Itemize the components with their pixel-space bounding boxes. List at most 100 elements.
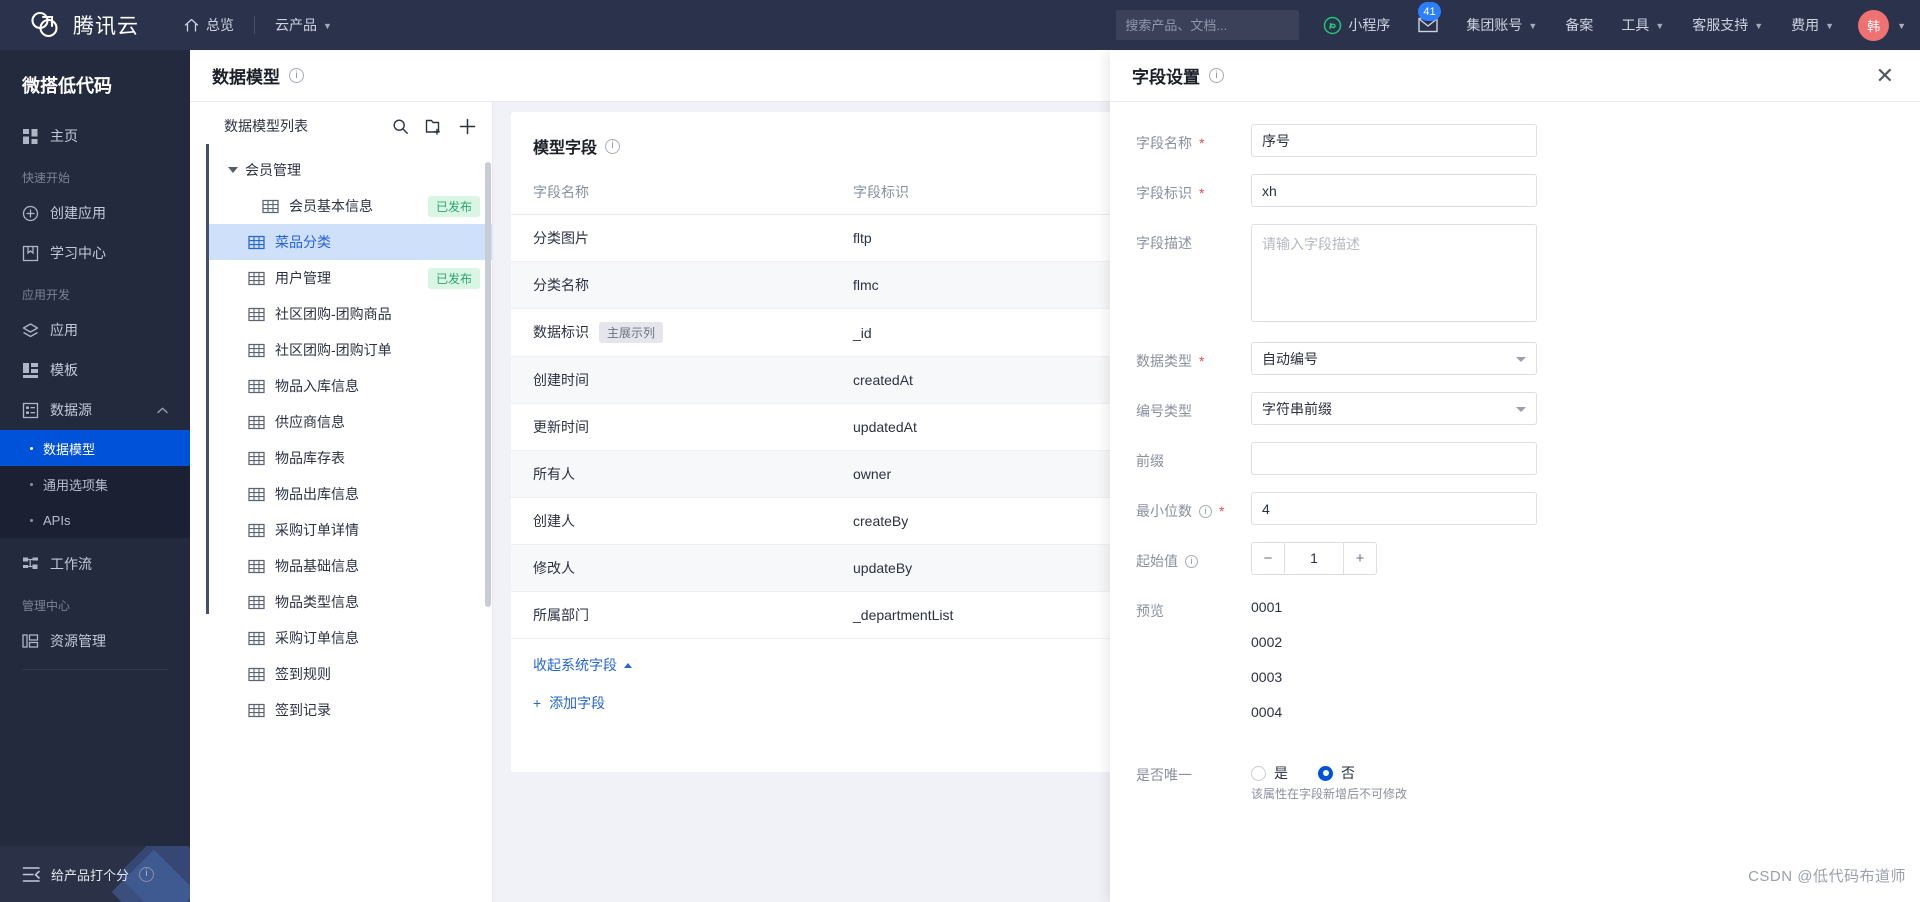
preview-value: 0003	[1251, 669, 1283, 685]
info-icon[interactable]: i	[1199, 504, 1212, 518]
min-digits-row: 最小位数 i *	[1136, 492, 1894, 525]
nav-item-tools[interactable]: 工具 ▼	[1607, 0, 1678, 50]
list-item[interactable]: 供应商信息	[206, 404, 492, 440]
list-item-label: 会员基本信息	[289, 198, 373, 214]
unique-radio-yes[interactable]: 是	[1251, 763, 1288, 783]
sidebar-label-home: 主页	[50, 128, 78, 144]
table-icon	[248, 667, 265, 681]
list-item-label: 签到记录	[275, 702, 331, 718]
list-item[interactable]: 采购订单信息	[206, 620, 492, 656]
nav-item-miniprogram[interactable]: 小程序	[1309, 0, 1404, 50]
nav-item-cloud-products[interactable]: 云产品 ▼	[261, 0, 346, 50]
info-icon[interactable]: i	[1209, 68, 1224, 83]
collapse-icon[interactable]	[22, 865, 41, 884]
field-key-input[interactable]	[1251, 174, 1537, 207]
nav-item-overview[interactable]: 总览	[169, 0, 248, 50]
sidebar-item-resource-manage[interactable]: 资源管理	[0, 621, 190, 661]
search-icon[interactable]	[392, 118, 409, 135]
list-item[interactable]: 会员基本信息 已发布	[206, 188, 492, 224]
chevron-down-icon: ▼	[1528, 21, 1538, 31]
plus-icon: +	[533, 695, 542, 711]
sidebar-item-create-app[interactable]: 创建应用	[0, 193, 190, 233]
template-icon	[23, 362, 38, 378]
sidebar-footer-rate-product[interactable]: 给产品打个分 i	[0, 846, 190, 902]
sidebar-item-data-model[interactable]: 数据模型	[0, 430, 190, 466]
list-item[interactable]: 物品基础信息	[206, 548, 492, 584]
nav-item-support[interactable]: 客服支持 ▼	[1678, 0, 1777, 50]
list-item[interactable]: 用户管理 已发布	[206, 260, 492, 296]
search-input[interactable]	[1125, 17, 1302, 33]
primary-display-badge: 主展示列	[599, 322, 664, 343]
sidebar-item-template[interactable]: 模板	[0, 350, 190, 390]
avatar-chevron-down-icon[interactable]: ▼	[1897, 21, 1906, 31]
info-icon[interactable]: i	[605, 138, 621, 154]
unique-radio-no[interactable]: 否	[1318, 763, 1355, 783]
nav-item-billing[interactable]: 费用 ▼	[1777, 0, 1848, 50]
prefix-input[interactable]	[1251, 442, 1537, 475]
list-item[interactable]: 签到记录	[206, 692, 492, 728]
list-item[interactable]: 物品库存表	[206, 440, 492, 476]
tree-group-member-management[interactable]: 会员管理	[206, 152, 492, 188]
info-icon[interactable]: i	[1185, 554, 1198, 568]
nav-item-beian[interactable]: 备案	[1551, 0, 1607, 50]
list-panel-scrollbar[interactable]	[485, 162, 491, 607]
drawer-header: 字段设置 i ✕	[1110, 50, 1920, 102]
prefix-label: 前缀	[1136, 453, 1164, 469]
user-avatar[interactable]: 韩	[1858, 9, 1890, 41]
list-item[interactable]: 签到规则	[206, 656, 492, 692]
cell-field-name: 创建时间	[511, 356, 831, 404]
sidebar-label-app: 应用	[50, 322, 78, 338]
field-desc-textarea[interactable]	[1251, 224, 1537, 322]
sidebar-label-create-app: 创建应用	[50, 205, 106, 221]
number-type-select[interactable]: 字符串前缀	[1251, 392, 1537, 425]
unique-option-yes-label: 是	[1274, 765, 1288, 781]
table-icon	[248, 523, 265, 537]
cell-field-name: 所有人	[511, 450, 831, 498]
list-item-label: 物品入库信息	[275, 378, 359, 394]
tencent-cloud-logo[interactable]: 腾讯云	[28, 8, 139, 42]
sidebar-item-datasource[interactable]: 数据源	[0, 390, 190, 430]
info-icon[interactable]: i	[289, 68, 304, 83]
nav-item-group-account[interactable]: 集团账号 ▼	[1452, 0, 1551, 50]
sidebar-label-apis: APIs	[43, 512, 71, 528]
chevron-up-icon	[157, 406, 168, 413]
nav-label-support: 客服支持	[1692, 17, 1749, 33]
stepper-value[interactable]: 1	[1284, 542, 1344, 575]
sidebar-item-learning-center[interactable]: 学习中心	[0, 233, 190, 273]
cell-field-key: updatedAt	[831, 403, 1151, 451]
start-value-label: 起始值	[1136, 553, 1178, 569]
column-header-field-key: 字段标识	[831, 174, 1151, 215]
list-item[interactable]: 社区团购-团购商品	[206, 296, 492, 332]
sidebar-item-option-sets[interactable]: 通用选项集	[0, 466, 190, 502]
close-icon[interactable]: ✕	[1876, 64, 1894, 87]
sidebar-label-workflow: 工作流	[50, 556, 92, 572]
info-icon[interactable]: i	[139, 866, 155, 882]
list-item[interactable]: 采购订单详情	[206, 512, 492, 548]
stepper-increment-button[interactable]: +	[1344, 542, 1377, 575]
field-name-text: 所属部门	[533, 607, 589, 623]
field-key-label: 字段标识	[1136, 185, 1192, 201]
sidebar-item-home[interactable]: 主页	[0, 116, 190, 156]
list-item[interactable]: 物品类型信息	[206, 584, 492, 620]
data-type-select[interactable]: 自动编号	[1251, 342, 1537, 375]
plus-icon[interactable]	[459, 118, 476, 135]
sidebar-item-app[interactable]: 应用	[0, 310, 190, 350]
list-item[interactable]: 物品入库信息	[206, 368, 492, 404]
field-key-label-wrap: 字段标识 *	[1136, 174, 1251, 203]
nav-item-messages[interactable]: 41	[1404, 0, 1452, 50]
list-item-label: 物品类型信息	[275, 594, 359, 610]
field-name-input[interactable]	[1251, 124, 1537, 157]
stepper-decrement-button[interactable]: −	[1251, 542, 1284, 575]
sidebar-group-appdev: 应用开发	[22, 288, 71, 302]
sidebar-item-workflow[interactable]: 工作流	[0, 544, 190, 584]
list-item-label: 采购订单信息	[275, 630, 359, 646]
cell-field-key: fltp	[831, 214, 1151, 262]
global-search-box[interactable]	[1116, 10, 1302, 40]
number-type-control: 字符串前缀	[1251, 392, 1894, 425]
sidebar-item-apis[interactable]: APIs	[0, 502, 190, 538]
list-item[interactable]: 社区团购-团购订单	[206, 332, 492, 368]
list-item[interactable]: 菜品分类	[206, 224, 492, 260]
min-digits-input[interactable]	[1251, 492, 1537, 525]
list-item[interactable]: 物品出库信息	[206, 476, 492, 512]
new-folder-icon[interactable]	[425, 118, 443, 135]
